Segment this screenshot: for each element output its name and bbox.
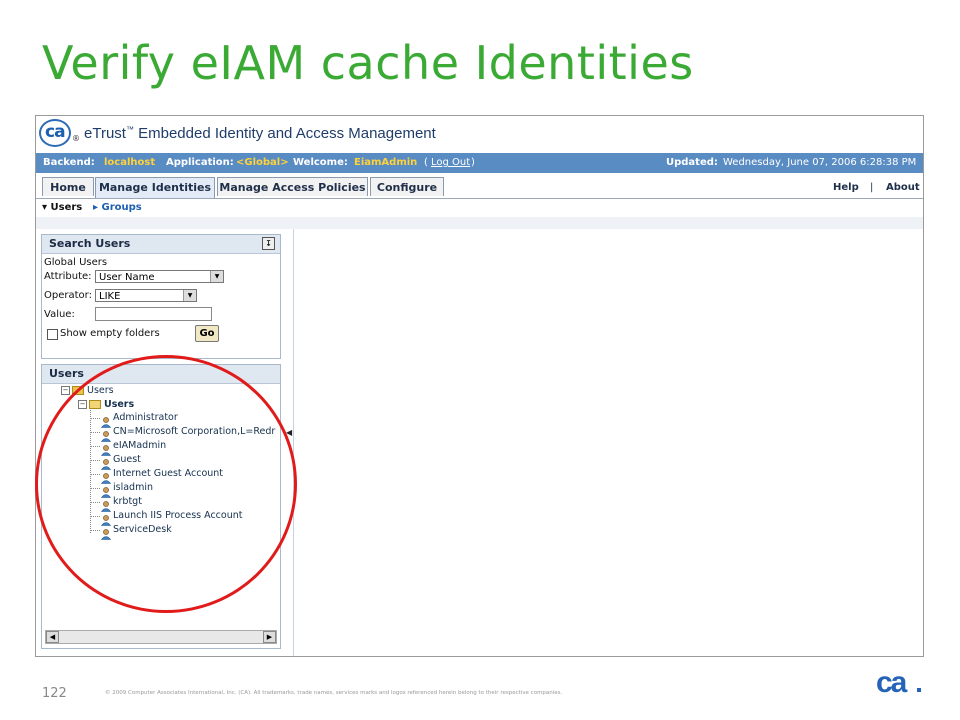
operator-label: Operator:	[44, 290, 92, 301]
tree-line	[90, 446, 100, 447]
chevron-down-icon: ▼	[210, 271, 223, 282]
footer-logo-dot	[917, 688, 921, 692]
search-scope: Global Users	[44, 257, 108, 268]
tree-line	[90, 530, 100, 531]
user-icon	[100, 441, 112, 456]
search-panel-title: Search Users	[49, 237, 131, 250]
tree-user-item[interactable]: CN=Microsoft Corporation,L=Redr	[113, 426, 275, 437]
users-tree-panel: Users − Users − Users Administrator CN=Mi…	[41, 364, 281, 649]
logout-paren-open: (	[424, 157, 428, 168]
tree-user-item[interactable]: Internet Guest Account	[113, 468, 223, 479]
tree-root-users[interactable]: Users	[87, 385, 114, 396]
user-icon	[100, 413, 112, 428]
tree-user-item[interactable]: isladmin	[113, 482, 153, 493]
tree-user-item[interactable]: eIAMadmin	[113, 440, 166, 451]
app-header: ca ® eTrust™ Embedded Identity and Acces…	[36, 116, 923, 152]
sub-navigation: ▾ Users ▸ Groups	[36, 199, 923, 217]
pane-divider	[293, 229, 294, 656]
application-value: <Global>	[236, 157, 289, 168]
horizontal-scrollbar[interactable]: ◀ ▶	[45, 630, 277, 644]
tree-line	[90, 460, 100, 461]
tree-user-item[interactable]: ServiceDesk	[113, 524, 172, 535]
folder-icon	[72, 386, 84, 395]
operator-select-value: LIKE	[99, 291, 121, 302]
tree-line	[90, 488, 100, 489]
app-screenshot: ca ® eTrust™ Embedded Identity and Acces…	[35, 115, 924, 657]
tree-child-users[interactable]: Users	[104, 399, 134, 410]
open-folder-icon	[89, 400, 101, 409]
tab-home[interactable]: Home	[42, 177, 94, 196]
logout-link[interactable]: Log Out	[431, 157, 470, 168]
tree-user-item[interactable]: Guest	[113, 454, 141, 465]
updated-value: Wednesday, June 07, 2006 6:28:38 PM	[723, 157, 917, 168]
app-title-tm: ™	[125, 125, 134, 134]
slide-number: 122	[42, 686, 67, 701]
operator-select[interactable]: LIKE ▼	[95, 289, 197, 302]
subnav-groups[interactable]: ▸ Groups	[93, 202, 142, 213]
scroll-right-icon[interactable]: ▶	[263, 631, 276, 643]
help-link[interactable]: Help	[833, 182, 859, 193]
scroll-left-icon[interactable]: ◀	[46, 631, 59, 643]
go-button[interactable]: Go	[195, 325, 219, 342]
value-input[interactable]	[95, 307, 212, 321]
collapse-icon[interactable]: ↧	[262, 237, 275, 250]
search-panel-header: Search Users ↧	[42, 235, 280, 254]
tab-configure[interactable]: Configure	[370, 177, 444, 196]
welcome-label: Welcome:	[293, 157, 348, 168]
users-panel-title: Users	[49, 367, 84, 380]
tree-line	[90, 516, 100, 517]
logo-text: ca	[45, 122, 66, 142]
user-icon	[100, 525, 112, 540]
value-label: Value:	[44, 309, 75, 320]
welcome-value: EiamAdmin	[354, 157, 418, 168]
user-icon	[100, 483, 112, 498]
registered-mark: ®	[72, 134, 80, 143]
tab-row: Home Manage Identities Manage Access Pol…	[36, 174, 923, 199]
app-title: eTrust™ Embedded Identity and Access Man…	[84, 125, 436, 142]
copyright-text: © 2009 Computer Associates International…	[105, 690, 563, 696]
collapse-node-icon[interactable]: −	[78, 400, 87, 409]
attribute-select-value: User Name	[99, 272, 155, 283]
collapse-node-icon[interactable]: −	[61, 386, 70, 395]
tree-user-item[interactable]: krbtgt	[113, 496, 142, 507]
show-empty-folders-label: Show empty folders	[60, 328, 160, 339]
tree-line	[90, 432, 100, 433]
user-icon	[100, 469, 112, 484]
show-empty-folders-checkbox[interactable]	[47, 329, 58, 340]
tab-manage-access-policies[interactable]: Manage Access Policies	[217, 177, 368, 196]
about-link[interactable]: About	[886, 182, 920, 193]
logout-paren-close: )	[471, 157, 475, 168]
user-icon	[100, 455, 112, 470]
chevron-down-icon: ▼	[183, 290, 196, 301]
tree-line	[90, 502, 100, 503]
splitter-arrow-icon[interactable]: ◀	[286, 428, 292, 437]
tree-user-item[interactable]: Administrator	[113, 412, 178, 423]
user-icon	[100, 511, 112, 526]
tree-line	[90, 418, 100, 419]
attribute-select[interactable]: User Name ▼	[95, 270, 224, 283]
app-title-brand: eTrust	[84, 125, 126, 142]
topnav-separator: |	[870, 182, 874, 193]
status-bar: Backend: localhost Application: <Global>…	[36, 153, 923, 173]
application-label: Application:	[166, 157, 234, 168]
user-icon	[100, 497, 112, 512]
users-panel-header: Users	[42, 365, 280, 384]
slide-title: Verify eIAM cache Identities	[42, 36, 694, 90]
subnav-users[interactable]: ▾ Users	[42, 202, 82, 213]
footer-ca-logo: ca	[876, 666, 907, 699]
backend-value: localhost	[104, 157, 156, 168]
tree-line	[90, 474, 100, 475]
backend-label: Backend:	[43, 157, 95, 168]
attribute-label: Attribute:	[44, 271, 92, 282]
tab-manage-identities[interactable]: Manage Identities	[95, 177, 215, 198]
ca-logo-icon: ca	[39, 119, 71, 147]
header-band	[36, 217, 923, 229]
tree-user-item[interactable]: Launch IIS Process Account	[113, 510, 243, 521]
app-title-rest: Embedded Identity and Access Management	[133, 125, 436, 142]
tree-line	[90, 405, 91, 533]
updated-label: Updated:	[666, 157, 718, 168]
user-icon	[100, 427, 112, 442]
search-users-panel: Search Users ↧ Global Users Attribute: U…	[41, 234, 281, 359]
